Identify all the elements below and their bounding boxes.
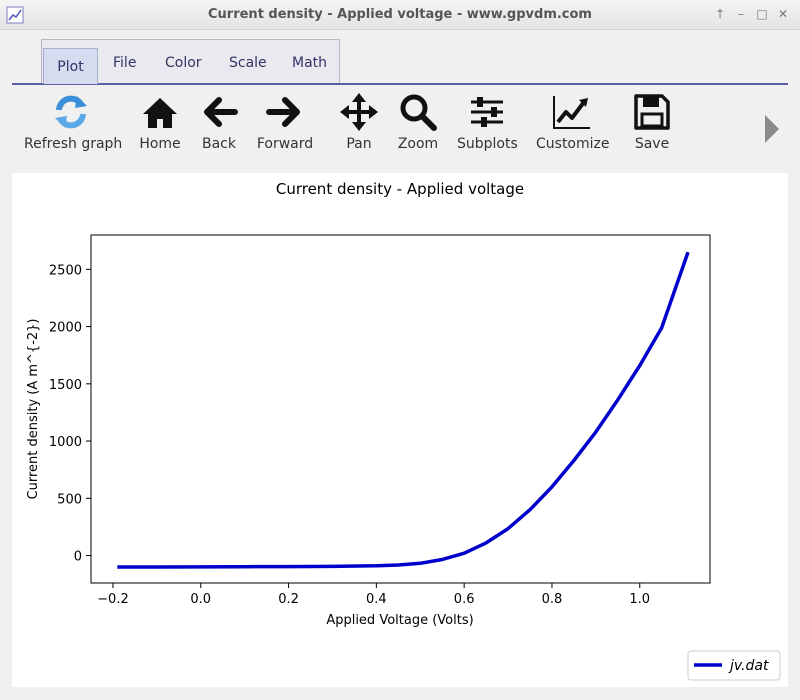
y-tick-label: 1500 [49, 378, 82, 393]
y-tick-label: 500 [57, 492, 82, 507]
legend: jv.dat [687, 650, 781, 681]
y-tick-label: 2000 [49, 321, 82, 336]
floppy-icon [634, 94, 670, 130]
minimize-button[interactable]: – [733, 6, 749, 22]
x-tick-label: 0.2 [278, 592, 299, 607]
x-axis: −0.2 0.0 0.2 0.4 0.6 0.8 1.0 [97, 583, 650, 607]
maximize-button[interactable]: □ [754, 6, 770, 22]
y-axis: 0 500 1000 1500 2000 2500 [49, 263, 91, 565]
customize-label: Customize [536, 136, 610, 152]
chart-title: Current density - Applied voltage [276, 180, 524, 198]
chart-line-icon [553, 96, 590, 129]
subplots-label: Subplots [457, 136, 518, 152]
refresh-graph-button[interactable]: Refresh graph [24, 92, 123, 162]
x-tick-label: 1.0 [629, 592, 650, 607]
y-tick-label: 2500 [49, 263, 82, 278]
tab-plot[interactable]: Plot [43, 48, 98, 84]
axes-frame [90, 234, 711, 584]
tab-file[interactable]: File [113, 55, 136, 71]
sliders-icon [471, 97, 503, 127]
y-axis-label: Current density (A m^{-2}) [26, 319, 41, 500]
legend-label: jv.dat [728, 658, 769, 674]
save-button[interactable]: Save [630, 92, 674, 162]
plot-area: Current density - Applied voltage −0.2 0.… [12, 173, 788, 687]
back-label: Back [202, 136, 236, 152]
tab-math[interactable]: Math [292, 55, 327, 71]
customize-button[interactable]: Customize [536, 92, 610, 162]
forward-button[interactable]: Forward [254, 92, 316, 162]
x-tick-label: 0.8 [542, 592, 563, 607]
arrow-left-icon [204, 97, 238, 127]
forward-label: Forward [256, 136, 314, 152]
zoom-button[interactable]: Zoom [396, 92, 440, 162]
jv-chart[interactable]: Current density - Applied voltage −0.2 0.… [12, 173, 788, 687]
pan-label: Pan [346, 136, 372, 152]
y-tick-label: 1000 [49, 435, 82, 450]
zoom-label: Zoom [397, 136, 439, 152]
x-axis-label: Applied Voltage (Volts) [326, 613, 473, 628]
close-button[interactable]: ✕ [775, 6, 791, 22]
arrow-right-icon [266, 97, 300, 127]
tab-scale[interactable]: Scale [229, 55, 267, 71]
x-tick-label: 0.0 [190, 592, 211, 607]
window-title: Current density - Applied voltage - www.… [208, 7, 592, 22]
home-button[interactable]: Home [136, 92, 184, 162]
home-icon [143, 98, 177, 128]
window-titlebar: Current density - Applied voltage - www.… [0, 0, 800, 30]
y-tick-label: 0 [74, 550, 82, 565]
x-tick-label: 0.6 [454, 592, 475, 607]
tab-color[interactable]: Color [165, 55, 202, 71]
zoom-icon [400, 94, 437, 131]
refresh-icon [55, 95, 87, 129]
pan-icon [340, 93, 378, 131]
keep-above-button[interactable]: ↑ [712, 6, 728, 22]
refresh-graph-label: Refresh graph [24, 136, 123, 152]
tab-divider [12, 83, 788, 85]
home-label: Home [139, 136, 181, 152]
back-button[interactable]: Back [198, 92, 240, 162]
x-tick-label: −0.2 [97, 592, 129, 607]
x-tick-label: 0.4 [366, 592, 387, 607]
save-label: Save [634, 136, 670, 152]
toolbar-overflow-arrow[interactable] [765, 115, 779, 143]
series-jv-dat-line [117, 251, 690, 569]
subplots-button[interactable]: Subplots [457, 92, 518, 162]
pan-button[interactable]: Pan [338, 92, 380, 162]
